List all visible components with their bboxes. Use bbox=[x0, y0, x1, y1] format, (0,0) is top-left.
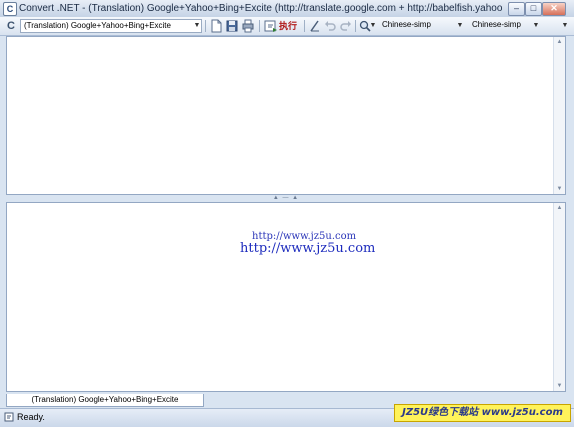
execute-icon[interactable] bbox=[264, 19, 278, 33]
source-language-select[interactable]: Chinese-simp bbox=[379, 19, 465, 33]
watermark-banner: JZ5U绿色下载站 www.jz5u.com bbox=[394, 404, 571, 422]
clear-icon[interactable] bbox=[308, 19, 322, 33]
scroll-up-icon[interactable]: ▲ bbox=[554, 37, 565, 47]
toolbar-separator bbox=[259, 20, 260, 32]
scroll-down-icon[interactable]: ▼ bbox=[554, 381, 565, 391]
status-icon bbox=[4, 412, 14, 422]
scroll-up-icon[interactable]: ▲ bbox=[554, 203, 565, 213]
save-icon[interactable] bbox=[225, 19, 239, 33]
status-text: Ready. bbox=[17, 412, 45, 422]
source-scrollbar[interactable]: ▲ ▼ bbox=[553, 37, 565, 194]
undo-icon[interactable] bbox=[323, 19, 337, 33]
close-button[interactable]: ✕ bbox=[542, 2, 566, 16]
toolbar-separator bbox=[304, 20, 305, 32]
tab-translation[interactable]: (Translation) Google+Yahoo+Bing+Excite bbox=[6, 394, 204, 407]
maximize-button[interactable]: □ bbox=[525, 2, 542, 16]
result-url-text-large: http://www.jz5u.com bbox=[240, 241, 376, 256]
new-document-icon[interactable] bbox=[209, 19, 223, 33]
source-language-dropdown-icon[interactable]: ▼ bbox=[455, 19, 465, 33]
toolbar-app-icon[interactable]: C bbox=[4, 19, 18, 33]
toolbar-separator bbox=[355, 20, 356, 32]
target-language-dropdown-icon[interactable]: ▼ bbox=[531, 19, 541, 33]
splitter-grip-icon[interactable]: ▲ — ▲ bbox=[271, 195, 301, 202]
result-scrollbar[interactable]: ▲ ▼ bbox=[553, 203, 565, 391]
source-text-area[interactable]: ▲ ▼ bbox=[6, 36, 566, 195]
scroll-down-icon[interactable]: ▼ bbox=[554, 184, 565, 194]
engine-select[interactable]: (Translation) Google+Yahoo+Bing+Excite bbox=[20, 19, 202, 33]
window-title: Convert .NET - (Translation) Google+Yaho… bbox=[19, 3, 503, 14]
minimize-button[interactable]: ‒ bbox=[508, 2, 525, 16]
search-dropdown-arrow-icon[interactable]: ▼ bbox=[368, 19, 378, 33]
redo-icon[interactable] bbox=[339, 19, 353, 33]
result-text-area[interactable]: http://www.jz5u.com http://www.jz5u.com … bbox=[6, 202, 566, 392]
engine-dropdown-arrow-icon[interactable]: ▼ bbox=[192, 19, 202, 33]
print-icon[interactable] bbox=[241, 19, 255, 33]
toolbar-separator bbox=[205, 20, 206, 32]
app-icon[interactable]: C bbox=[3, 2, 17, 16]
toolbar-overflow-icon[interactable]: ▼ bbox=[560, 19, 570, 33]
